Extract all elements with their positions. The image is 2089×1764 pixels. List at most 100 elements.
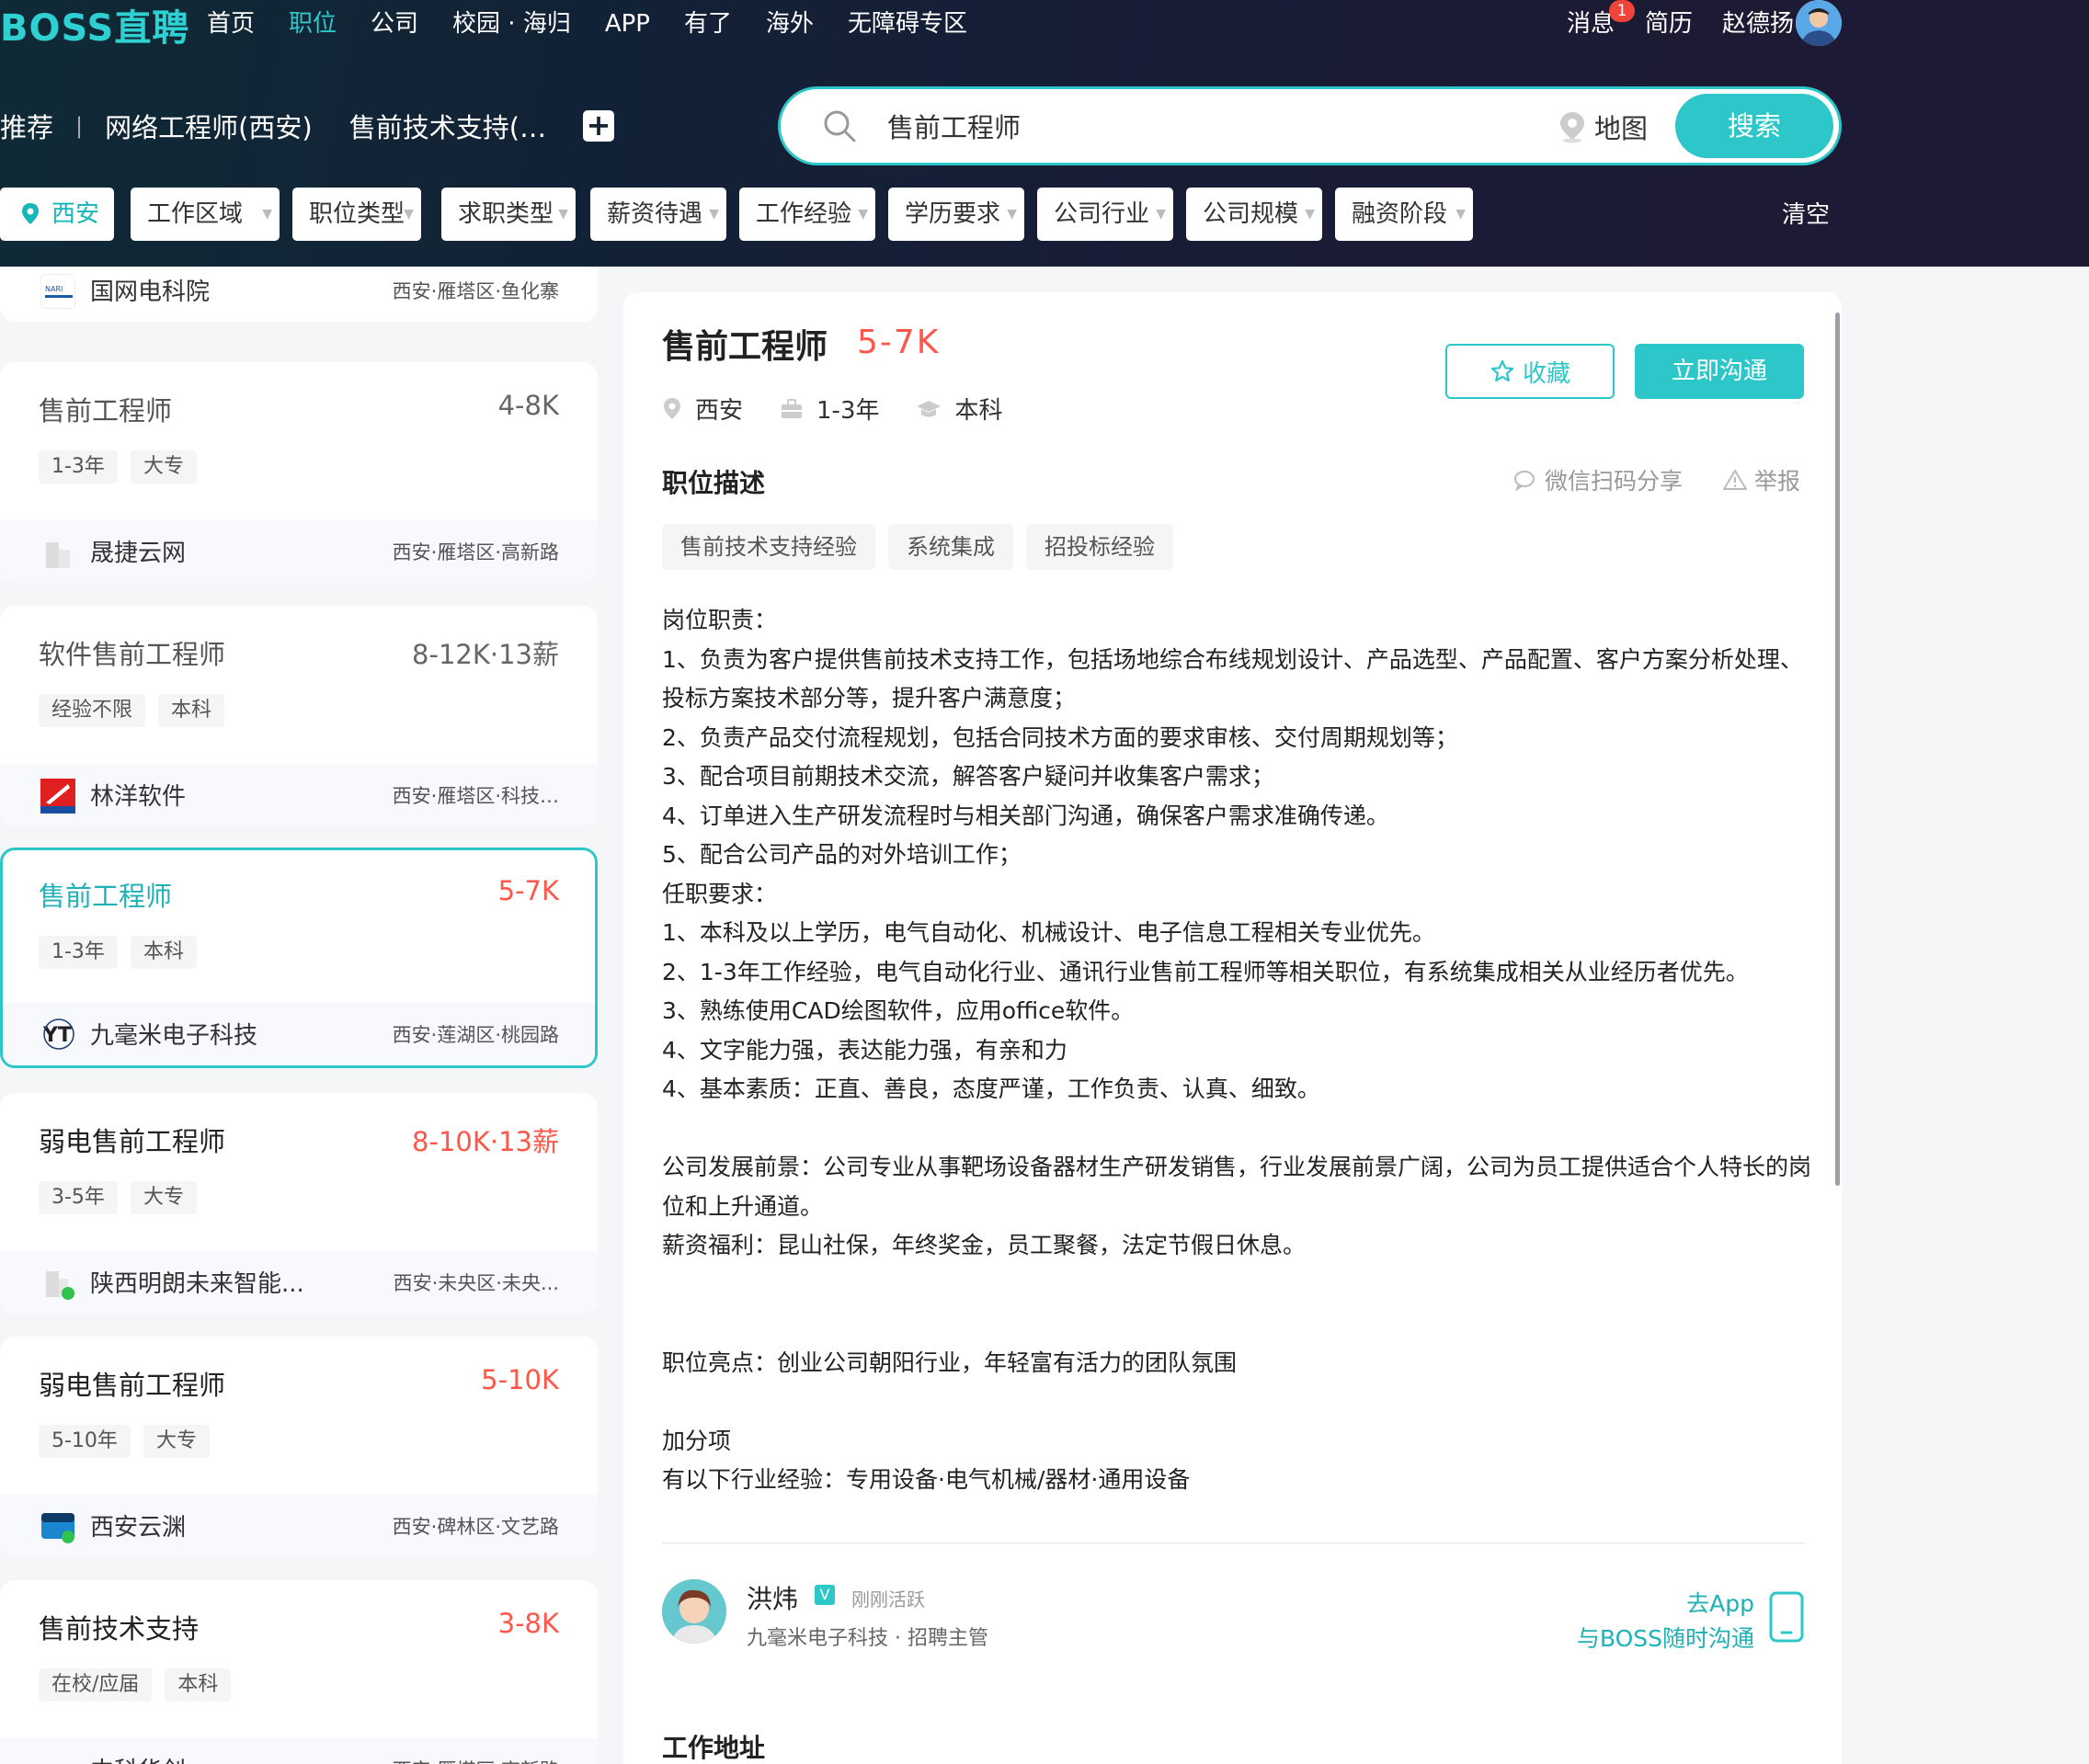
add-expectation-button[interactable]: + [583, 110, 614, 142]
report-button[interactable]: 举报 [1723, 463, 1800, 496]
recruiter-avatar[interactable] [662, 1579, 726, 1644]
description-line: 3、熟练使用CAD绘图软件，应用office软件。 [662, 997, 1135, 1024]
job-tags: 1-3年 本科 [39, 936, 197, 969]
filter-salary-label: 薪资待遇 [607, 200, 703, 228]
filter-industry[interactable]: 公司行业 ▼ [1037, 188, 1173, 241]
recruiter-name: 洪炜 [747, 1584, 799, 1614]
map-button[interactable]: 地图 [1558, 104, 1648, 150]
user-avatar[interactable] [1796, 0, 1842, 46]
report-label: 举报 [1754, 468, 1801, 495]
job-address: 西安·未央区·未央... [393, 1272, 559, 1294]
company-logo: NARI [40, 274, 75, 309]
description-line: 4、订单进入生产研发流程时与相关部门沟通，确保客户需求准确传递。 [662, 802, 1389, 829]
job-card[interactable]: 弱电售前工程师 8-10K·13薪 3-5年 大专 陕西明朗未来智能... 西安… [0, 1093, 598, 1314]
job-list: NARI 国网电科院 西安·雁塔区·鱼化寨 售前工程师 4-8K 1-3年 大专… [0, 267, 598, 1764]
nav-accessibility[interactable]: 无障碍专区 [848, 6, 967, 42]
filter-seek-type[interactable]: 求职类型 ▼ [441, 188, 576, 241]
company-name: 晟捷云网 [90, 540, 187, 567]
filter-salary[interactable]: 薪资待遇 ▼ [590, 188, 726, 241]
job-card[interactable]: NARI 国网电科院 西安·雁塔区·鱼化寨 [0, 267, 598, 322]
filter-company-size-label: 公司规模 [1203, 200, 1299, 228]
filter-seek-type-label: 求职类型 [458, 200, 554, 228]
detail-city: 西安 [662, 392, 743, 426]
wechat-share-button[interactable]: 微信扫码分享 [1513, 463, 1683, 496]
tab-recommend[interactable]: 推荐 [0, 107, 53, 145]
company-name: 中科华创 [90, 1752, 186, 1764]
filter-funding[interactable]: 融资阶段 ▼ [1335, 188, 1473, 241]
job-description-text: 岗位职责： 1、负责为客户提供售前技术支持工作，包括场地综合布线规划设计、产品选型… [662, 601, 1811, 1500]
filter-job-type[interactable]: 职位类型 ▼ [292, 188, 421, 241]
job-card[interactable]: 售前工程师 4-8K 1-3年 大专 晟捷云网 西安·雁塔区·高新路 [0, 362, 598, 583]
job-card-selected[interactable]: 售前工程师 5-7K 1-3年 本科 YT 九毫米电子科技 西安·莲湖区·桃园路 [0, 848, 598, 1068]
chat-now-button[interactable]: 立即沟通 [1635, 344, 1804, 399]
nav-companies[interactable]: 公司 [371, 6, 418, 42]
username-link[interactable]: 赵德扬 [1722, 7, 1794, 40]
job-card[interactable]: 软件售前工程师 8-12K·13薪 经验不限 本科 林洋软件 西安·雁塔区·科技… [0, 606, 598, 826]
description-line: 1、负责为客户提供售前技术支持工作，包括场地综合布线规划设计、产品选型、产品配置… [662, 645, 1803, 673]
warning-icon [1723, 470, 1747, 490]
filter-experience-label: 工作经验 [756, 200, 852, 228]
job-tags: 1-3年 大专 [39, 450, 197, 484]
recruiter-active-status: 刚刚活跃 [851, 1588, 925, 1610]
company-logo: ZHC [40, 1753, 76, 1764]
favorite-button[interactable]: 收藏 [1445, 344, 1615, 399]
boss-logo[interactable]: BOSS直聘 [0, 2, 189, 50]
detail-degree-label: 本科 [954, 397, 1003, 425]
skill-tag: 招投标经验 [1026, 524, 1173, 570]
scrollbar-thumb[interactable] [1835, 313, 1840, 1186]
search-button[interactable]: 搜索 [1675, 94, 1833, 158]
tab-presales-support[interactable]: 售前技术支持(… [349, 107, 546, 145]
detail-city-label: 西安 [695, 397, 744, 425]
expectation-tabs: 推荐 | 网络工程师(西安) 售前技术支持(… [0, 103, 546, 149]
job-salary: 8-12K·13薪 [412, 639, 559, 670]
go-app-link[interactable]: 去App 与BOSS随时沟通 [1570, 1587, 1754, 1656]
job-tag: 大专 [130, 1181, 197, 1214]
job-tag: 在校/应届 [39, 1668, 153, 1701]
favorite-label: 收藏 [1522, 359, 1570, 388]
description-line: 3、配合项目前期技术交流，解答客户疑问并收集客户需求； [662, 763, 1274, 790]
job-tag: 1-3年 [39, 936, 118, 969]
filter-funding-label: 融资阶段 [1352, 200, 1448, 228]
filter-degree[interactable]: 学历要求 ▼ [888, 188, 1024, 241]
filter-area-label: 工作区域 [147, 200, 244, 228]
nav-youle[interactable]: 有了 [684, 6, 732, 42]
job-card[interactable]: 售前技术支持 3-8K 在校/应届 本科 ZHC 中科华创 西安·雁塔区·高新路 [0, 1580, 598, 1764]
company-name: 九毫米电子科技 [90, 1022, 258, 1050]
nav-campus[interactable]: 校园 · 海归 [452, 6, 571, 42]
map-label: 地图 [1594, 113, 1649, 144]
description-line: 有以下行业经验：专用设备·电气机械/器材·通用设备 [662, 1466, 1191, 1493]
filter-city-label: 西安 [51, 200, 100, 228]
resume-link[interactable]: 简历 [1645, 7, 1693, 40]
filter-degree-label: 学历要求 [905, 200, 1001, 228]
filter-company-size[interactable]: 公司规模 ▼ [1186, 188, 1322, 241]
nav-home[interactable]: 首页 [207, 6, 255, 42]
star-icon [1490, 359, 1514, 382]
job-card[interactable]: 弱电售前工程师 5-10K 5-10年 大专 西安云渊 西安·碑林区·文艺路 [0, 1337, 598, 1557]
clear-filters-button[interactable]: 清空 [1782, 197, 1830, 233]
verified-badge-icon: V [815, 1585, 835, 1605]
tab-network-engineer[interactable]: 网络工程师(西安) [105, 107, 313, 145]
search-input[interactable] [887, 102, 1513, 150]
nav-app[interactable]: APP [605, 6, 650, 42]
filter-industry-label: 公司行业 [1054, 200, 1150, 228]
briefcase-icon [782, 398, 803, 418]
nav-jobs[interactable]: 职位 [289, 6, 337, 42]
messages-link[interactable]: 消息 [1567, 7, 1615, 40]
job-card-footer: 晟捷云网 西安·雁塔区·高新路 [0, 520, 598, 583]
filter-city[interactable]: 西安 [0, 188, 114, 241]
nav-overseas[interactable]: 海外 [766, 6, 814, 42]
caret-icon: ▼ [1305, 207, 1315, 222]
filter-experience[interactable]: 工作经验 ▼ [739, 188, 875, 241]
caret-icon: ▼ [558, 207, 568, 222]
divider [662, 1542, 1806, 1544]
detail-experience-label: 1-3年 [816, 397, 880, 425]
filter-area[interactable]: 工作区域 ▼ [131, 188, 280, 241]
company-logo: YT [40, 1018, 75, 1053]
job-tag: 大专 [143, 1425, 210, 1458]
messages-badge: 1 [1609, 0, 1635, 22]
phone-icon[interactable] [1768, 1590, 1805, 1644]
caret-icon: ▼ [709, 207, 719, 222]
job-tag: 经验不限 [39, 694, 146, 727]
description-line: 1、本科及以上学历，电气自动化、机械设计、电子信息工程相关专业优先。 [662, 919, 1435, 946]
